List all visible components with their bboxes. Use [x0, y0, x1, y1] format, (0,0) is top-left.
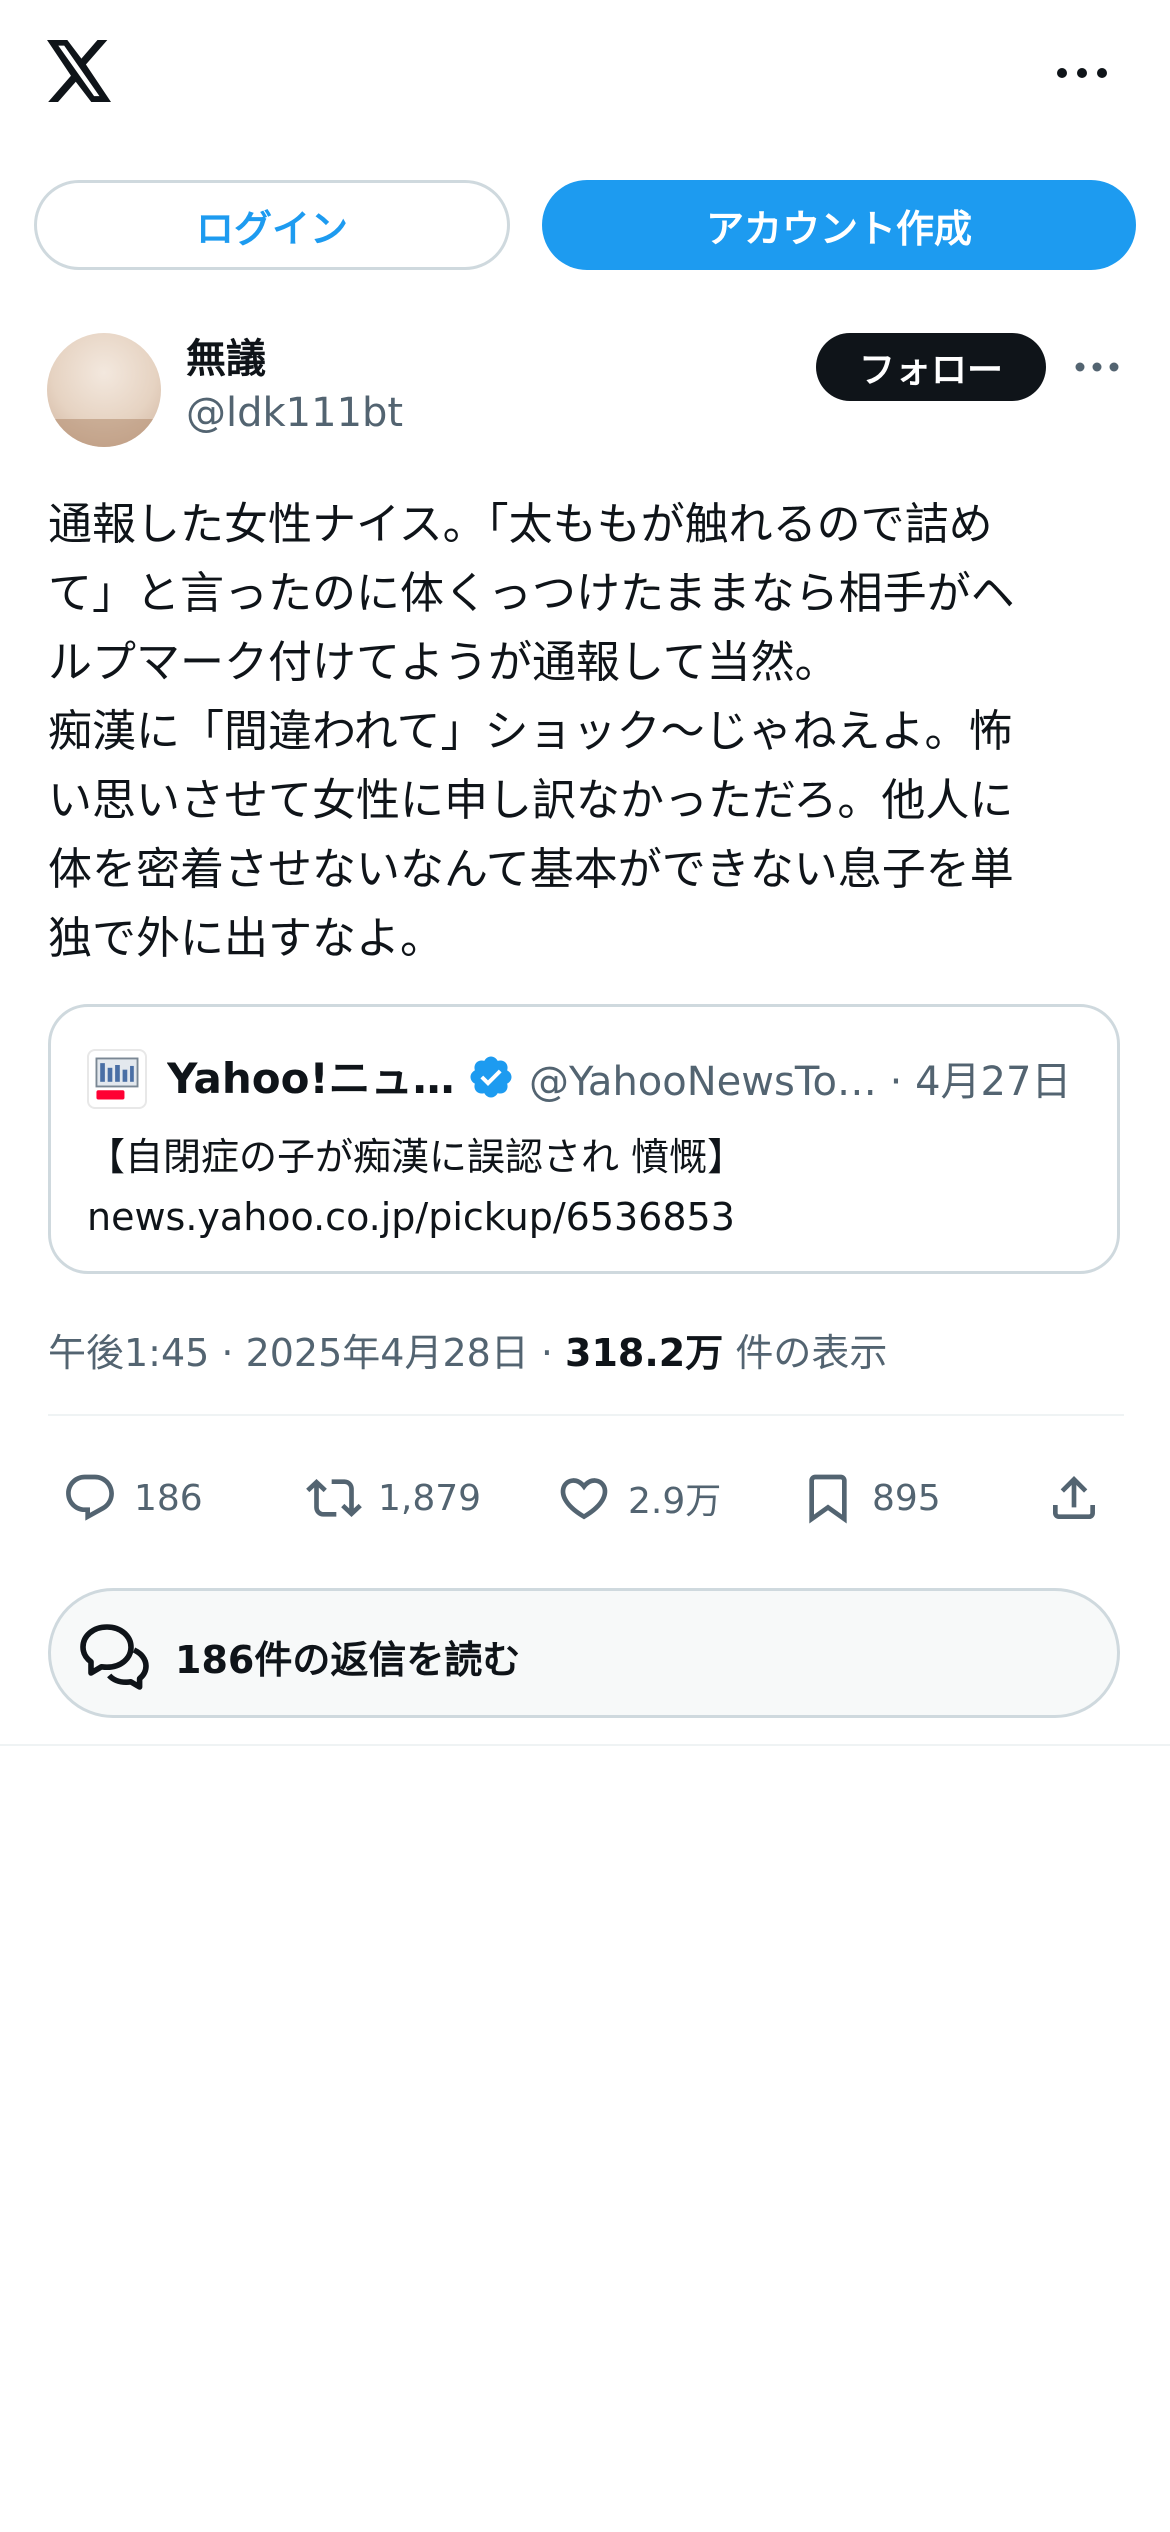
quoted-handle-date: @YahooNewsTo… · 4月27日: [529, 1059, 1072, 1105]
login-button[interactable]: ログイン: [34, 180, 510, 270]
post-text-line: 独で外に出すなよ。: [48, 913, 444, 964]
read-replies-label: 186件の返信を読む: [175, 1638, 521, 1682]
x-logo-icon[interactable]: [46, 40, 114, 102]
read-replies-button[interactable]: 186件の返信を読む: [48, 1588, 1120, 1718]
bottom-divider: [0, 1744, 1170, 1746]
divider: [48, 1414, 1124, 1416]
repost-action[interactable]: 1,879: [306, 1468, 481, 1528]
post-meta: 午後1:45 · 2025年4月28日 · 318.2万 件の表示: [48, 1322, 1128, 1377]
follow-button[interactable]: フォロー: [816, 333, 1046, 401]
post-text: 通報した女性ナイス。「太ももが触れるので詰め て」と言ったのに体くっつけたままな…: [48, 490, 1124, 973]
verified-badge-icon: [470, 1056, 512, 1098]
bookmark-count: 895: [872, 1477, 941, 1519]
post-text-line: 痴漢に「間違われて」ショック〜じゃねえよ。怖: [48, 706, 1013, 757]
post-text-line: て」と言ったのに体くっつけたままなら相手がヘ: [48, 568, 1015, 619]
share-icon: [1053, 1476, 1095, 1519]
post-more-icon[interactable]: [1074, 352, 1120, 382]
like-count: 2.9万: [628, 1481, 722, 1522]
page: ログイン アカウント作成 無議 @ldk111bt フォロー 通報した女性ナイス…: [0, 0, 1170, 2532]
bookmark-action[interactable]: 895: [800, 1468, 941, 1528]
views-count: 318.2万: [565, 1331, 724, 1375]
share-action[interactable]: [1046, 1468, 1102, 1528]
quoted-post-card[interactable]: Yahoo!ニュ… @YahooNewsTo… · 4月27日 【自閉症の子が痴…: [48, 1004, 1120, 1274]
like-action[interactable]: 2.9万: [556, 1468, 721, 1528]
author-display-name[interactable]: 無議: [186, 326, 266, 384]
reply-count: 186: [134, 1477, 203, 1519]
post-text-line: い思いさせて女性に申し訳なかっただろ。他人に: [48, 775, 1014, 826]
post-timestamp[interactable]: 午後1:45 · 2025年4月28日 ·: [48, 1331, 565, 1375]
create-account-button-label: アカウント作成: [705, 206, 972, 251]
more-icon[interactable]: [1054, 58, 1110, 88]
create-account-button[interactable]: アカウント作成: [542, 180, 1136, 270]
quoted-author-name: Yahoo!ニュ…: [167, 1054, 455, 1103]
reply-icon: [66, 1474, 114, 1521]
quoted-link[interactable]: news.yahoo.co.jp/pickup/6536853: [87, 1187, 1087, 1247]
quoted-headline: 【自閉症の子が痴漢に誤認され 憤慨】: [87, 1135, 746, 1179]
conversation-icon: [80, 1624, 149, 1690]
newspaper-icon: [95, 1057, 139, 1100]
author-handle[interactable]: @ldk111bt: [186, 390, 403, 436]
repost-icon: [306, 1479, 362, 1517]
quoted-text: 【自閉症の子が痴漢に誤認され 憤慨】 news.yahoo.co.jp/pick…: [87, 1127, 1087, 1247]
login-button-label: ログイン: [195, 206, 348, 251]
heart-icon: [560, 1478, 608, 1520]
top-bar: [0, 0, 1170, 150]
views-label: 件の表示: [723, 1331, 888, 1375]
yahoo-news-avatar: [87, 1049, 147, 1109]
avatar[interactable]: [47, 333, 161, 447]
repost-count: 1,879: [378, 1477, 482, 1519]
post-text-line: 通報した女性ナイス。「太ももが触れるので詰め: [48, 499, 993, 550]
post-text-line: 体を密着させないなんて基本ができない息子を単: [48, 844, 1014, 895]
follow-button-label: フォロー: [858, 350, 1003, 391]
post-text-line: ルプマーク付けてようが通報して当然。: [48, 637, 839, 688]
reply-action[interactable]: 186: [62, 1468, 203, 1528]
bookmark-icon: [809, 1474, 847, 1524]
